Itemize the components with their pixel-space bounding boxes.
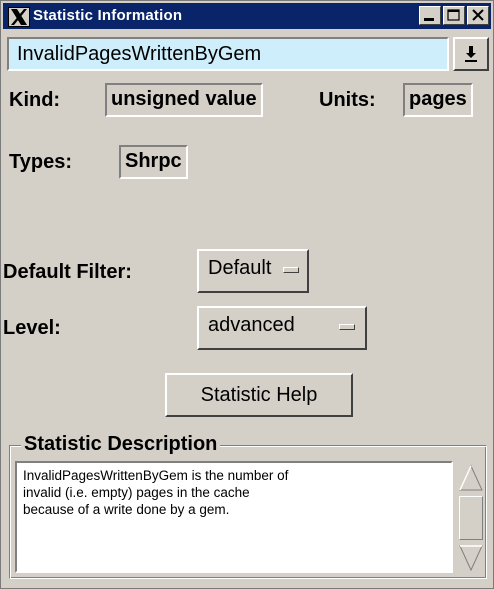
option-menu-indicator-icon <box>339 324 355 330</box>
scroll-thumb[interactable] <box>459 496 483 540</box>
default-filter-value: Default <box>208 257 272 279</box>
statistic-dropdown-button[interactable] <box>453 37 489 71</box>
description-line: invalid (i.e. empty) pages in the cache <box>23 485 250 500</box>
units-value: pages <box>403 83 473 117</box>
statistic-help-button[interactable]: Statistic Help <box>165 373 353 417</box>
level-menu[interactable]: advanced <box>197 306 367 350</box>
statistic-name-field[interactable]: InvalidPagesWrittenByGem <box>7 37 449 71</box>
default-filter-label: Default Filter: <box>3 261 132 283</box>
description-scrollbar[interactable] <box>457 463 485 573</box>
kind-value: unsigned value <box>105 83 263 117</box>
description-line: because of a write done by a gem. <box>23 502 230 517</box>
title-bar[interactable]: Statistic Information <box>3 3 491 29</box>
statistic-name-value: InvalidPagesWrittenByGem <box>17 43 262 65</box>
statistic-description-text[interactable]: InvalidPagesWrittenByGem is the number o… <box>15 461 453 573</box>
statistic-information-window: Statistic Information InvalidPagesWritte… <box>0 0 494 589</box>
units-label: Units: <box>319 89 376 111</box>
minimize-button[interactable] <box>419 6 441 25</box>
types-value: Shrpc <box>119 145 188 179</box>
scroll-down-arrow-icon[interactable] <box>457 543 485 573</box>
maximize-button[interactable] <box>443 6 465 25</box>
level-label: Level: <box>3 317 61 339</box>
kind-label: Kind: <box>9 89 61 111</box>
window-title: Statistic Information <box>33 7 183 24</box>
types-label: Types: <box>9 151 72 173</box>
statistic-help-label: Statistic Help <box>200 384 318 406</box>
close-button[interactable] <box>467 6 489 25</box>
download-arrow-icon <box>465 46 477 62</box>
default-filter-menu[interactable]: Default <box>197 249 309 293</box>
statistic-description-title: Statistic Description <box>21 433 221 456</box>
description-line: InvalidPagesWrittenByGem is the number o… <box>23 468 289 483</box>
level-value: advanced <box>208 314 295 336</box>
scroll-up-arrow-icon[interactable] <box>457 463 485 493</box>
option-menu-indicator-icon <box>283 267 299 273</box>
x-logo-icon[interactable] <box>8 7 30 27</box>
